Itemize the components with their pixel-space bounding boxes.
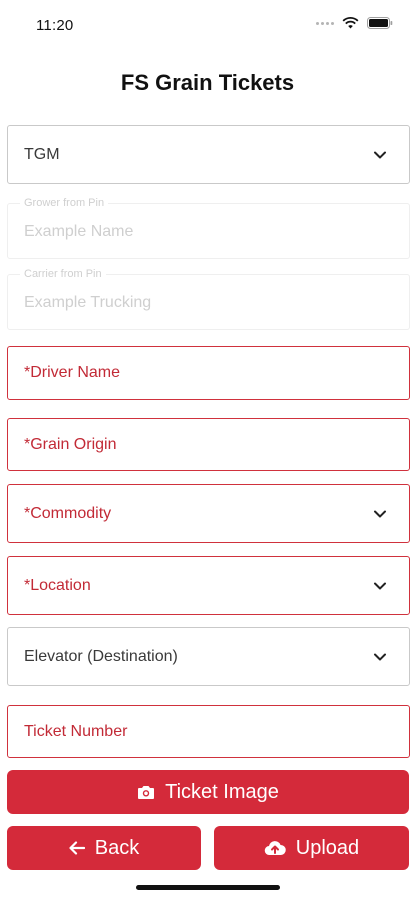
ticket-number-placeholder: Ticket Number [24, 722, 128, 740]
commodity-select[interactable]: *Commodity [7, 484, 410, 543]
chevron-down-icon [374, 582, 386, 589]
grain-origin-placeholder: *Grain Origin [24, 435, 117, 453]
driver-name-input[interactable]: *Driver Name [7, 346, 410, 400]
home-indicator [136, 885, 280, 890]
status-time: 11:20 [36, 17, 74, 34]
carrier-label: Carrier from Pin [20, 268, 106, 280]
carrier-placeholder: Example Trucking [24, 294, 152, 311]
grower-label: Grower from Pin [20, 197, 109, 209]
carrier-field: Carrier from Pin Example Trucking [7, 268, 410, 330]
grower-placeholder: Example Name [24, 223, 134, 240]
company-select-value: TGM [24, 145, 60, 163]
back-label: Back [94, 836, 140, 859]
elevator-select[interactable]: Elevator (Destination) [7, 627, 410, 686]
driver-name-placeholder: *Driver Name [24, 364, 121, 381]
ticket-image-button[interactable]: Ticket Image [7, 770, 409, 814]
camera-icon [138, 786, 155, 799]
battery-icon [367, 17, 393, 29]
page-title: FS Grain Tickets [120, 70, 295, 95]
wifi-icon [342, 17, 359, 29]
ticket-number-input[interactable]: Ticket Number [7, 705, 410, 758]
ticket-image-label: Ticket Image [165, 780, 279, 803]
elevator-placeholder: Elevator (Destination) [24, 647, 178, 665]
upload-button[interactable]: Upload [214, 826, 409, 870]
upload-label: Upload [295, 836, 360, 859]
commodity-placeholder: *Commodity [24, 504, 112, 522]
grower-field: Grower from Pin Example Name [7, 197, 410, 259]
status-bar: 11:20 [0, 0, 415, 52]
chevron-down-icon [374, 151, 386, 158]
company-select[interactable]: TGM [7, 125, 410, 184]
cloud-upload-icon [264, 841, 286, 856]
chevron-down-icon [374, 510, 386, 517]
signal-icon [316, 21, 334, 25]
status-icons [316, 17, 393, 29]
location-placeholder: *Location [24, 576, 91, 594]
chevron-down-icon [374, 653, 386, 660]
arrow-left-icon [69, 841, 85, 855]
location-select[interactable]: *Location [7, 556, 410, 615]
back-button[interactable]: Back [7, 826, 201, 870]
grain-origin-input[interactable]: *Grain Origin [7, 418, 410, 471]
